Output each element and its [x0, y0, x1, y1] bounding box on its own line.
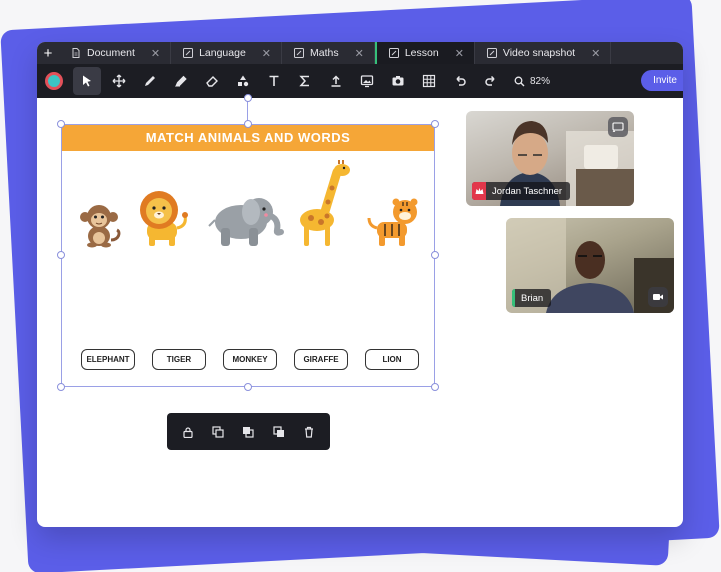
tab-label: Maths: [310, 47, 339, 59]
shapes-icon: [237, 75, 248, 87]
undo-button[interactable]: [444, 64, 475, 98]
whiteboard-window: + Document ✕ Language ✕ Maths ✕ Lesson ✕…: [37, 42, 683, 527]
duplicate-icon: [212, 425, 224, 438]
grid-icon: [422, 74, 435, 88]
resize-handle[interactable]: [244, 383, 252, 391]
tab-lesson[interactable]: Lesson ✕: [374, 42, 475, 64]
camera-toggle-button[interactable]: [648, 287, 668, 307]
pen-tool[interactable]: [134, 64, 165, 98]
rotate-handle[interactable]: [244, 94, 252, 102]
text-tool[interactable]: [258, 64, 289, 98]
redo-icon: [484, 75, 495, 86]
resize-handle[interactable]: [57, 120, 65, 128]
tab-label: Video snapshot: [502, 47, 576, 59]
participant-name: Jordan Taschner: [492, 185, 563, 197]
eraser-icon: [205, 76, 218, 87]
close-icon[interactable]: ✕: [151, 47, 160, 60]
tab-video-snapshot[interactable]: Video snapshot ✕: [475, 42, 612, 64]
participant-name-tag: Brian: [512, 289, 552, 307]
select-tool[interactable]: [73, 67, 101, 95]
bring-forward-icon: [243, 426, 255, 438]
close-icon[interactable]: ✕: [455, 47, 464, 60]
cast-icon: [612, 122, 624, 133]
tab-label: Language: [199, 47, 246, 59]
delete-button[interactable]: [298, 421, 320, 443]
lock-icon: [183, 426, 193, 438]
upload-tool[interactable]: [320, 64, 351, 98]
tab-label: Document: [87, 47, 135, 59]
lock-button[interactable]: [177, 421, 199, 443]
upload-icon: [331, 75, 340, 87]
close-icon[interactable]: ✕: [355, 47, 364, 60]
cursor-icon: [83, 75, 91, 87]
tab-label: Lesson: [404, 47, 439, 59]
invite-button[interactable]: Invite: [641, 70, 683, 91]
drawing-toolbar: 82% Invite: [37, 64, 683, 98]
image-tool[interactable]: [351, 64, 382, 98]
undo-icon: [455, 75, 466, 86]
tab-document[interactable]: Document ✕: [59, 42, 172, 64]
edit-icon: [486, 48, 497, 58]
resize-handle[interactable]: [431, 383, 439, 391]
move-tool[interactable]: [103, 64, 134, 98]
video-camera-icon: [653, 294, 663, 300]
duplicate-button[interactable]: [207, 421, 229, 443]
text-icon: [269, 75, 278, 86]
cast-button[interactable]: [608, 117, 628, 137]
edit-icon: [388, 48, 399, 58]
trash-icon: [304, 426, 313, 438]
bring-forward-button[interactable]: [237, 421, 259, 443]
edit-icon: [294, 48, 305, 58]
math-tool[interactable]: [289, 64, 320, 98]
resize-handle[interactable]: [431, 120, 439, 128]
camera-icon: [392, 76, 403, 86]
send-backward-button[interactable]: [268, 421, 290, 443]
marker-tool[interactable]: [165, 64, 196, 98]
add-tab-button[interactable]: +: [37, 42, 59, 64]
tab-maths[interactable]: Maths ✕: [282, 42, 375, 64]
zoom-control[interactable]: 82%: [514, 76, 550, 87]
participant-name: Brian: [521, 292, 544, 304]
resize-handle[interactable]: [57, 251, 65, 259]
close-icon[interactable]: ✕: [591, 47, 600, 60]
tab-bar: + Document ✕ Language ✕ Maths ✕ Lesson ✕…: [37, 42, 683, 64]
resize-handle[interactable]: [244, 120, 252, 128]
host-crown-icon: [472, 182, 486, 200]
zoom-level: 82%: [530, 75, 551, 87]
close-icon[interactable]: ✕: [262, 47, 271, 60]
edit-icon: [183, 48, 194, 58]
object-toolbar: [167, 413, 330, 450]
camera-tool[interactable]: [382, 64, 413, 98]
color-picker[interactable]: [45, 72, 63, 90]
marker-icon: [174, 75, 187, 87]
eraser-tool[interactable]: [196, 64, 227, 98]
tab-language[interactable]: Language ✕: [171, 42, 283, 64]
resize-handle[interactable]: [431, 251, 439, 259]
search-icon: [514, 76, 525, 86]
speaking-indicator: [512, 289, 515, 307]
send-backward-icon: [273, 425, 284, 437]
shapes-tool[interactable]: [227, 64, 258, 98]
selection-frame: [61, 124, 435, 387]
sigma-icon: [298, 75, 309, 87]
participant-name-tag: Jordan Taschner: [472, 182, 571, 200]
image-icon: [360, 75, 373, 88]
redo-button[interactable]: [475, 64, 506, 98]
video-tile[interactable]: Brian: [506, 218, 674, 313]
video-tile[interactable]: Jordan Taschner: [466, 111, 634, 206]
grid-tool[interactable]: [413, 64, 444, 98]
move-icon: [112, 74, 125, 88]
document-icon: [72, 48, 80, 58]
pen-icon: [144, 76, 155, 86]
resize-handle[interactable]: [57, 383, 65, 391]
